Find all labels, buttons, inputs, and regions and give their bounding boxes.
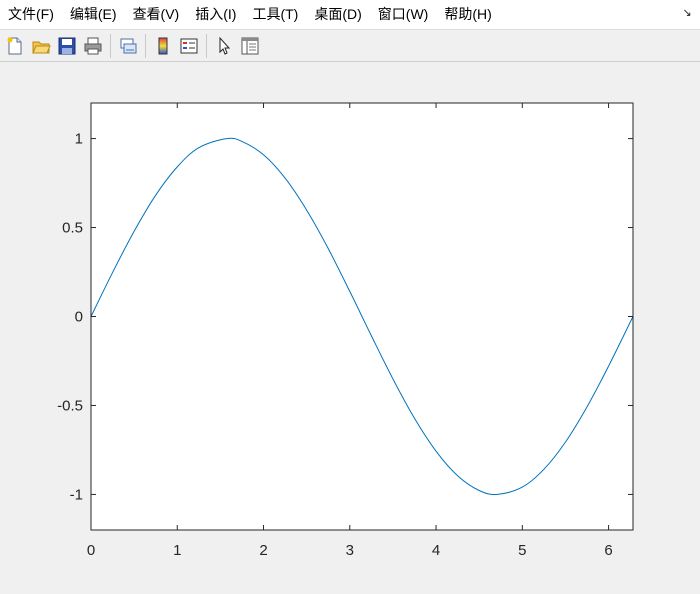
y-tick-label: -0.5 xyxy=(57,397,83,414)
x-tick-label: 2 xyxy=(259,542,267,559)
menu-edit[interactable]: 编辑(E) xyxy=(62,0,125,29)
new-figure-icon[interactable] xyxy=(2,33,28,59)
menu-window[interactable]: 窗口(W) xyxy=(370,0,437,29)
toolbar-separator xyxy=(110,33,111,58)
save-icon[interactable] xyxy=(54,33,80,59)
menu-file[interactable]: 文件(F) xyxy=(0,0,62,29)
y-tick-label: 0.5 xyxy=(62,220,83,237)
y-tick-label: 0 xyxy=(75,309,83,326)
x-tick-label: 1 xyxy=(173,542,181,559)
y-tick-label: 1 xyxy=(75,131,83,148)
link-plot-icon[interactable] xyxy=(115,33,141,59)
x-tick-label: 6 xyxy=(604,542,612,559)
menu-tools[interactable]: 工具(T) xyxy=(244,0,306,29)
menu-view[interactable]: 查看(V) xyxy=(125,0,188,29)
toolbar xyxy=(0,30,700,62)
toolbar-separator xyxy=(145,33,146,58)
menu-bar: 文件(F) 编辑(E) 查看(V) 插入(I) 工具(T) 桌面(D) 窗口(W… xyxy=(0,0,700,30)
y-tick-label: -1 xyxy=(70,486,83,503)
menu-insert[interactable]: 插入(I) xyxy=(187,0,244,29)
menu-help[interactable]: 帮助(H) xyxy=(436,0,499,29)
colorbar-icon[interactable] xyxy=(150,33,176,59)
x-tick-label: 5 xyxy=(518,542,526,559)
legend-icon[interactable] xyxy=(176,33,202,59)
dock-arrow-icon[interactable]: ↘ xyxy=(680,6,694,20)
x-tick-label: 3 xyxy=(346,542,354,559)
toolbar-separator xyxy=(206,33,207,58)
x-tick-label: 0 xyxy=(87,542,95,559)
menu-desktop[interactable]: 桌面(D) xyxy=(306,0,369,29)
plot-svg: 0 1 2 3 4 5 6 1 0.5 0 -0.5 -1 xyxy=(57,102,634,559)
figure-canvas: 0 1 2 3 4 5 6 1 0.5 0 -0.5 -1 xyxy=(0,63,700,589)
open-file-icon[interactable] xyxy=(28,33,54,59)
property-inspector-icon[interactable] xyxy=(237,33,263,59)
edit-plot-arrow-icon[interactable] xyxy=(211,33,237,59)
x-tick-label: 4 xyxy=(432,542,440,559)
print-icon[interactable] xyxy=(80,33,106,59)
